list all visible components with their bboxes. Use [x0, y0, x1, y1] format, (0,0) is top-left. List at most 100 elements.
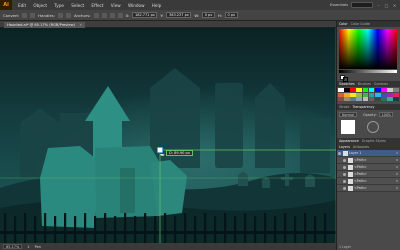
- visibility-eye-icon[interactable]: [343, 165, 346, 169]
- connect-anchor-icon[interactable]: [101, 12, 107, 18]
- color-swatch[interactable]: [368, 92, 375, 97]
- color-swatch[interactable]: [374, 88, 381, 92]
- convert-corner-icon[interactable]: [22, 12, 28, 18]
- tab-appearance[interactable]: Appearance: [339, 139, 359, 143]
- color-swatch[interactable]: [356, 88, 363, 92]
- page-number[interactable]: 1: [27, 245, 29, 249]
- color-swatch[interactable]: [350, 88, 356, 92]
- tab-color[interactable]: Color: [339, 22, 348, 26]
- color-swatch[interactable]: [393, 97, 399, 101]
- menu-select[interactable]: Select: [71, 3, 84, 8]
- layer-row[interactable]: <Path>: [337, 157, 400, 164]
- zoom-level[interactable]: 65.17%: [3, 244, 23, 249]
- target-icon[interactable]: [395, 179, 398, 183]
- close-tab-icon[interactable]: ✕: [79, 23, 82, 27]
- color-swatch[interactable]: [344, 88, 350, 92]
- maximize-button[interactable]: □: [384, 3, 389, 8]
- color-swatch[interactable]: [393, 88, 399, 92]
- x-field[interactable]: 182.771 px: [132, 12, 158, 18]
- visibility-eye-icon[interactable]: [343, 172, 346, 176]
- tab-symbols[interactable]: Symbols: [374, 82, 388, 86]
- color-swatch[interactable]: [374, 92, 381, 97]
- tab-color-guide[interactable]: Color Guide: [351, 22, 370, 26]
- layer-name[interactable]: <Path>: [354, 165, 367, 169]
- show-handles-icon[interactable]: [57, 12, 63, 18]
- color-swatch[interactable]: [381, 97, 387, 101]
- minimize-button[interactable]: –: [376, 3, 381, 8]
- color-swatch[interactable]: [338, 88, 344, 92]
- artboard-canvas[interactable]: ✒ D: 89.90 px: [0, 28, 336, 243]
- hide-handles-icon[interactable]: [65, 12, 71, 18]
- w-field[interactable]: 0 px: [202, 12, 215, 18]
- target-icon[interactable]: [395, 165, 398, 169]
- color-swatch[interactable]: [368, 88, 375, 92]
- color-swatch[interactable]: [338, 92, 344, 97]
- color-spectrum[interactable]: [339, 29, 397, 69]
- tab-graphic-styles[interactable]: Graphic Styles: [362, 139, 386, 143]
- blend-mode-select[interactable]: Normal: [339, 112, 357, 117]
- tab-artboards[interactable]: Artboards: [353, 145, 369, 149]
- tab-layers[interactable]: Layers: [339, 145, 350, 149]
- layer-row[interactable]: <Path>: [337, 178, 400, 185]
- color-swatch[interactable]: [362, 92, 369, 97]
- layer-row[interactable]: Layer 1: [337, 150, 400, 157]
- opacity-field[interactable]: 100%: [379, 112, 394, 117]
- h-field[interactable]: 0 px: [224, 12, 238, 18]
- y-field[interactable]: 363.237 px: [166, 12, 192, 18]
- menu-type[interactable]: Type: [54, 3, 64, 8]
- menu-edit[interactable]: Edit: [18, 3, 26, 8]
- layer-row[interactable]: <Path>: [337, 171, 400, 178]
- color-swatch[interactable]: [393, 92, 399, 97]
- color-swatch[interactable]: [381, 92, 387, 97]
- stroke-swatch[interactable]: [343, 77, 348, 82]
- layer-name[interactable]: Layer 1: [349, 151, 361, 155]
- layer-name[interactable]: <Path>: [354, 186, 367, 190]
- color-swatch[interactable]: [350, 97, 356, 101]
- menu-effect[interactable]: Effect: [91, 3, 103, 8]
- menu-object[interactable]: Object: [33, 3, 47, 8]
- menu-help[interactable]: Help: [152, 3, 162, 8]
- color-swatch[interactable]: [350, 92, 356, 97]
- color-swatch[interactable]: [368, 97, 375, 101]
- color-swatch[interactable]: [381, 88, 387, 92]
- target-icon[interactable]: [395, 158, 398, 162]
- color-swatch[interactable]: [362, 97, 369, 101]
- layer-row[interactable]: <Path>: [337, 164, 400, 171]
- remove-anchor-icon[interactable]: [93, 12, 99, 18]
- layer-name[interactable]: <Path>: [354, 172, 367, 176]
- color-swatch[interactable]: [387, 88, 393, 92]
- convert-smooth-icon[interactable]: [30, 12, 36, 18]
- grayscale-ramp[interactable]: [339, 70, 397, 73]
- visibility-eye-icon[interactable]: [343, 186, 346, 190]
- color-swatch[interactable]: [338, 97, 344, 101]
- color-swatch[interactable]: [387, 92, 393, 97]
- color-swatch[interactable]: [356, 97, 363, 101]
- visibility-eye-icon[interactable]: [343, 158, 346, 162]
- color-swatch[interactable]: [387, 97, 393, 101]
- layer-name[interactable]: <Path>: [354, 179, 367, 183]
- visibility-eye-icon[interactable]: [338, 151, 341, 155]
- menu-window[interactable]: Window: [128, 3, 145, 8]
- no-mask-icon[interactable]: [367, 121, 379, 133]
- tab-stroke[interactable]: Stroke: [339, 105, 350, 109]
- tab-transparency[interactable]: Transparency: [353, 105, 375, 109]
- tab-brushes[interactable]: Brushes: [358, 82, 371, 86]
- color-swatch[interactable]: [356, 92, 363, 97]
- color-swatch[interactable]: [362, 88, 369, 92]
- color-swatch[interactable]: [374, 97, 381, 101]
- cut-path-icon[interactable]: [109, 12, 115, 18]
- target-icon[interactable]: [395, 151, 398, 155]
- close-window-button[interactable]: ✕: [392, 3, 397, 8]
- target-icon[interactable]: [395, 186, 398, 190]
- search-input[interactable]: [351, 2, 373, 8]
- layer-name[interactable]: <Path>: [354, 158, 367, 162]
- color-swatch[interactable]: [344, 92, 350, 97]
- workspace-switcher[interactable]: Essentials: [330, 3, 348, 7]
- align-icon[interactable]: [117, 12, 123, 18]
- menu-view[interactable]: View: [111, 3, 121, 8]
- layer-row[interactable]: <Path>: [337, 185, 400, 192]
- visibility-eye-icon[interactable]: [343, 179, 346, 183]
- tab-swatches[interactable]: Swatches: [339, 82, 355, 86]
- color-swatch[interactable]: [344, 97, 350, 101]
- target-icon[interactable]: [395, 172, 398, 176]
